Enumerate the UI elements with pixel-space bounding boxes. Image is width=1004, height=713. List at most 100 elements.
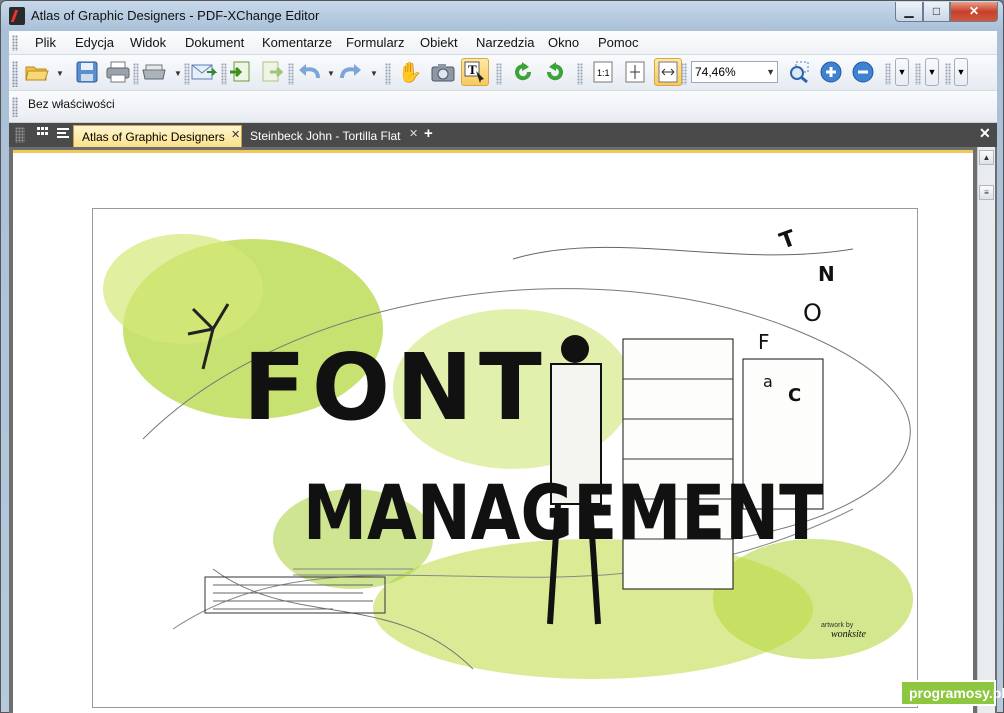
minimize-button[interactable]: ▁ <box>895 2 923 22</box>
toolbar-separator <box>133 63 139 85</box>
menu-edycja[interactable]: Edycja <box>75 35 114 50</box>
toolbar-separator <box>577 63 583 85</box>
toolbar-separator <box>496 63 502 85</box>
scroll-up-button[interactable]: ▲ <box>979 150 994 165</box>
email-button[interactable] <box>190 58 218 86</box>
close-document-button[interactable]: ✕ <box>979 125 991 142</box>
maximize-button[interactable]: □ <box>923 2 950 22</box>
rotate-left-button[interactable] <box>509 58 537 86</box>
menu-formularz[interactable]: Formularz <box>346 35 405 50</box>
vertical-scrollbar[interactable]: ▲ ≡ <box>977 147 995 713</box>
actual-size-button[interactable]: 1:1 <box>589 58 617 86</box>
menu-grip[interactable] <box>12 35 18 51</box>
scanner-icon <box>142 64 166 80</box>
fit-page-button[interactable] <box>621 58 649 86</box>
chevron-up-icon: ▲ <box>982 153 991 162</box>
man-head <box>561 335 589 363</box>
properties-label: Bez właściwości <box>28 97 115 111</box>
floating-letter: F <box>758 330 770 354</box>
menu-plik[interactable]: Plik <box>35 35 56 50</box>
new-tab-button[interactable]: + <box>424 125 433 142</box>
plus-icon: + <box>424 125 433 142</box>
toolbar-separator <box>885 63 891 85</box>
undo-dropdown-arrow[interactable]: ▼ <box>327 69 335 78</box>
print-button[interactable] <box>104 58 132 86</box>
select-text-icon: T <box>464 61 484 83</box>
toolbar-overflow-1[interactable]: ▼ <box>895 58 909 86</box>
zoom-level-select[interactable]: 74,46% ▼ <box>691 61 778 83</box>
page-image: FONT MANAGEMENT T N O F C a artwork by w… <box>92 208 918 708</box>
export-icon <box>262 61 283 82</box>
chevron-down-icon: ▼ <box>927 67 937 77</box>
app-window: Atlas of Graphic Designers - PDF-XChange… <box>0 0 1004 713</box>
redo-button[interactable] <box>337 58 365 86</box>
close-icon[interactable]: ✕ <box>231 128 240 141</box>
tab-tortilla-flat[interactable]: Steinbeck John - Tortilla Flat ✕ <box>242 125 420 147</box>
open-folder-icon <box>25 66 49 81</box>
zoom-in-button[interactable] <box>817 58 845 86</box>
menu-pomoc[interactable]: Pomoc <box>598 35 638 50</box>
artwork-title-line1: FONT <box>243 334 548 441</box>
floating-letter: C <box>788 385 801 406</box>
floating-letter: T <box>777 226 800 255</box>
scan-dropdown-arrow[interactable]: ▼ <box>174 69 182 78</box>
undo-icon <box>299 64 320 79</box>
close-icon: ✕ <box>979 125 991 141</box>
document-page[interactable]: FONT MANAGEMENT T N O F C a artwork by w… <box>13 150 973 713</box>
toolbar-grip[interactable] <box>12 61 18 87</box>
properties-grip[interactable] <box>12 97 18 117</box>
menu-dokument[interactable]: Dokument <box>185 35 244 50</box>
menu-widok[interactable]: Widok <box>130 35 166 50</box>
artwork-title-line2: MANAGEMENT <box>303 468 823 557</box>
email-icon <box>191 64 217 80</box>
toolbar-overflow-3[interactable]: ▼ <box>954 58 968 86</box>
export-button[interactable] <box>258 58 286 86</box>
zoom-marquee-icon <box>790 61 809 83</box>
scan-button[interactable] <box>140 58 168 86</box>
save-icon <box>76 61 98 83</box>
open-button[interactable] <box>23 58 51 86</box>
snapshot-button[interactable] <box>429 58 457 86</box>
undo-button[interactable] <box>295 58 323 86</box>
tab-atlas-of-graphic-designers[interactable]: Atlas of Graphic Designers ✕ <box>73 125 242 147</box>
import-button[interactable] <box>226 58 254 86</box>
fit-page-icon <box>625 61 645 83</box>
zoom-out-icon <box>852 61 874 83</box>
menu-obiekt[interactable]: Obiekt <box>420 35 458 50</box>
toolbar-separator <box>288 63 294 85</box>
print-icon <box>106 61 130 83</box>
hand-tool-button[interactable]: ✋ <box>396 58 424 86</box>
menu-komentarze[interactable]: Komentarze <box>262 35 332 50</box>
select-text-button[interactable]: T <box>461 58 489 86</box>
floating-letter: O <box>803 299 822 327</box>
client-area: Plik Edycja Widok Dokument Komentarze Fo… <box>9 31 997 713</box>
tab-list-button[interactable] <box>54 126 72 144</box>
zoom-marquee-button[interactable] <box>785 58 813 86</box>
menu-okno[interactable]: Okno <box>548 35 579 50</box>
zoom-out-button[interactable] <box>849 58 877 86</box>
close-button[interactable]: ✕ <box>950 2 998 22</box>
thumbnails-view-button[interactable] <box>34 126 52 144</box>
document-tab-bar: Atlas of Graphic Designers ✕ Steinbeck J… <box>9 123 997 147</box>
tab-bar-grip[interactable] <box>15 127 25 143</box>
artwork-credit-name: wonksite <box>831 629 867 640</box>
swirl-line <box>512 246 854 260</box>
save-button[interactable] <box>73 58 101 86</box>
svg-text:T: T <box>468 62 477 77</box>
green-splash <box>103 234 263 344</box>
fit-width-button[interactable] <box>654 58 682 86</box>
open-dropdown-arrow[interactable]: ▼ <box>56 69 64 78</box>
tab-label: Steinbeck John - Tortilla Flat <box>250 129 401 143</box>
rotate-right-button[interactable] <box>541 58 569 86</box>
floating-letter: N <box>818 262 835 286</box>
main-toolbar: ▼ ▼ ▼ ▼ ✋ T 1:1 74,46% ▼ ▼ ▼ ▼ <box>9 55 997 91</box>
close-icon[interactable]: ✕ <box>409 127 418 140</box>
rotate-left-icon <box>515 62 532 81</box>
scroll-thumb[interactable]: ≡ <box>979 185 994 200</box>
redo-dropdown-arrow[interactable]: ▼ <box>370 69 378 78</box>
chevron-down-icon: ▼ <box>956 67 966 77</box>
artwork-credit-label: artwork by <box>821 622 854 629</box>
menu-narzedzia[interactable]: Narzedzia <box>476 35 535 50</box>
document-viewport[interactable]: FONT MANAGEMENT T N O F C a artwork by w… <box>9 147 997 713</box>
toolbar-overflow-2[interactable]: ▼ <box>925 58 939 86</box>
